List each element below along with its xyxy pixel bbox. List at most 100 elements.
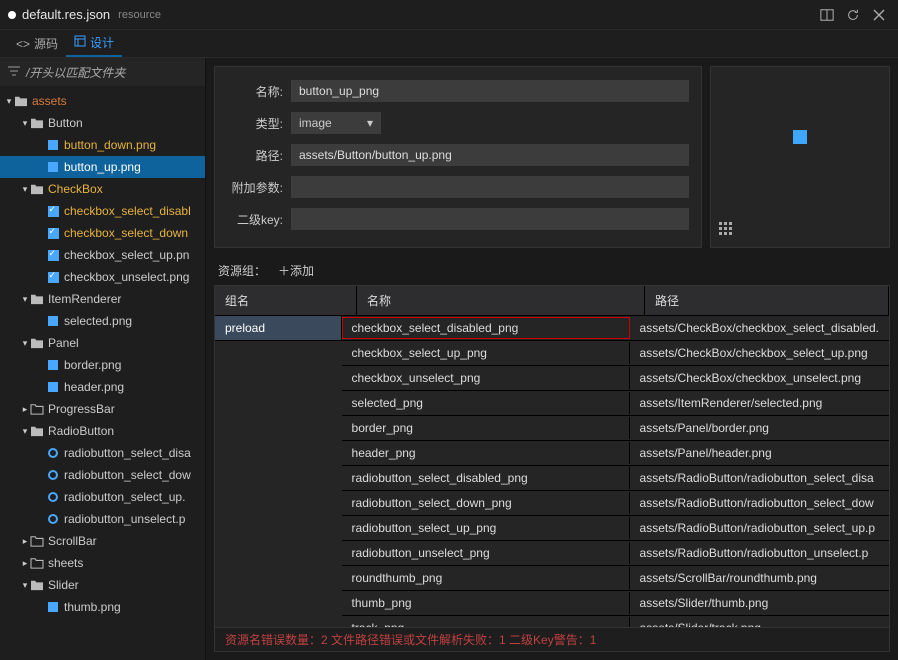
table-row[interactable]: checkbox_unselect_pngassets/CheckBox/che… (342, 366, 889, 391)
tree-item-label: thumb.png (64, 600, 121, 614)
tab-source[interactable]: <> 源码 (8, 31, 66, 56)
cell-name: radiobutton_select_up_png (342, 517, 630, 539)
cell-path: assets/RadioButton/radiobutton_select_di… (630, 467, 889, 489)
refresh-icon[interactable] (842, 4, 864, 26)
tree-item-label: border.png (64, 358, 121, 372)
tree-folder[interactable]: ▾ItemRenderer (0, 288, 205, 310)
code-icon: <> (16, 37, 30, 51)
tree-file[interactable]: thumb.png (0, 596, 205, 618)
tree-file[interactable]: checkbox_select_disabl (0, 200, 205, 222)
tree-file[interactable]: button_down.png (0, 134, 205, 156)
tree-item-label: button_up.png (64, 160, 141, 174)
cell-name: checkbox_select_disabled_png (342, 317, 630, 339)
resource-group-header: 资源组： ＋添加 (214, 256, 890, 285)
th-group[interactable]: 组名 (215, 286, 357, 315)
prop-path-field[interactable] (291, 144, 689, 166)
tree-item-label: ItemRenderer (48, 292, 121, 306)
file-modified-dot (8, 11, 16, 19)
add-group-button[interactable]: ＋添加 (278, 262, 314, 279)
prop-subkey-field[interactable] (291, 208, 689, 230)
table-row[interactable]: checkbox_select_disabled_pngassets/Check… (342, 316, 889, 341)
folder-open-icon (14, 94, 28, 108)
tree-file[interactable]: border.png (0, 354, 205, 376)
prop-subkey-label: 二级key: (227, 211, 283, 228)
tree-item-label: ScrollBar (48, 534, 97, 548)
table-row[interactable]: track_pngassets/Slider/track.png (342, 616, 889, 627)
tree-file[interactable]: button_up.png (0, 156, 205, 178)
image-file-icon (46, 600, 60, 614)
tree-root[interactable]: ▾assets (0, 90, 205, 112)
tree-item-label: Slider (48, 578, 79, 592)
tree-file[interactable]: radiobutton_select_dow (0, 464, 205, 486)
tree-item-label: radiobutton_unselect.p (64, 512, 185, 526)
tree-folder[interactable]: ▾CheckBox (0, 178, 205, 200)
folder-icon (30, 402, 44, 416)
prop-type-dropdown[interactable]: image ▾ (291, 112, 381, 134)
tree-file[interactable]: header.png (0, 376, 205, 398)
file-type: resource (118, 9, 161, 21)
cell-path: assets/RadioButton/radiobutton_select_up… (630, 517, 889, 539)
folder-open-icon (30, 336, 44, 350)
tree-file[interactable]: radiobutton_select_disa (0, 442, 205, 464)
tree-file[interactable]: checkbox_select_up.pn (0, 244, 205, 266)
table-row[interactable]: border_pngassets/Panel/border.png (342, 416, 889, 441)
radio-file-icon (46, 468, 60, 482)
th-name[interactable]: 名称 (357, 286, 645, 315)
grid-icon[interactable] (719, 222, 733, 239)
table-row[interactable]: radiobutton_select_down_pngassets/RadioB… (342, 491, 889, 516)
table-row[interactable]: roundthumb_pngassets/ScrollBar/roundthum… (342, 566, 889, 591)
tree-folder[interactable]: ▸sheets (0, 552, 205, 574)
prop-extra-field[interactable] (291, 176, 689, 198)
close-icon[interactable] (868, 4, 890, 26)
tree-folder[interactable]: ▾Panel (0, 332, 205, 354)
tree-folder[interactable]: ▾Slider (0, 574, 205, 596)
tree-item-label: Button (48, 116, 83, 130)
table-row[interactable]: radiobutton_unselect_pngassets/RadioButt… (342, 541, 889, 566)
cell-name: header_png (342, 442, 630, 464)
prop-name-field[interactable] (291, 80, 689, 102)
prop-name-label: 名称: (227, 83, 283, 100)
table-row[interactable]: radiobutton_select_up_pngassets/RadioBut… (342, 516, 889, 541)
cell-path: assets/Slider/track.png (630, 617, 889, 627)
tree-item-label: checkbox_unselect.png (64, 270, 189, 284)
prop-type-value: image (299, 116, 332, 130)
preview-sample (793, 130, 807, 144)
image-file-icon (46, 160, 60, 174)
tree-folder[interactable]: ▸ProgressBar (0, 398, 205, 420)
file-tree[interactable]: ▾assets▾Button button_down.png button_up.p… (0, 86, 205, 660)
tree-file[interactable]: radiobutton_select_up. (0, 486, 205, 508)
checkbox-file-icon (46, 270, 60, 284)
sidebar: /开头以匹配文件夹 ▾assets▾Button button_down.pngb… (0, 58, 206, 660)
cell-name: selected_png (342, 392, 630, 414)
cell-name: radiobutton_unselect_png (342, 542, 630, 564)
cell-path: assets/CheckBox/checkbox_select_disabled… (630, 317, 889, 339)
th-path[interactable]: 路径 (645, 286, 889, 315)
tab-design[interactable]: 设计 (66, 30, 122, 57)
tree-file[interactable]: checkbox_select_down (0, 222, 205, 244)
cell-path: assets/ScrollBar/roundthumb.png (630, 567, 889, 589)
cell-path: assets/ItemRenderer/selected.png (630, 392, 889, 414)
properties-panel: 名称: 类型: image ▾ 路径: 附加参数: (214, 66, 702, 248)
prop-path-label: 路径: (227, 147, 283, 164)
tree-item-label: Panel (48, 336, 79, 350)
table-row[interactable]: checkbox_select_up_pngassets/CheckBox/ch… (342, 341, 889, 366)
tree-file[interactable]: radiobutton_unselect.p (0, 508, 205, 530)
tree-folder[interactable]: ▾RadioButton (0, 420, 205, 442)
filter-bar[interactable]: /开头以匹配文件夹 (0, 58, 205, 86)
tree-file[interactable]: checkbox_unselect.png (0, 266, 205, 288)
group-cell[interactable]: preload (215, 316, 342, 341)
folder-open-icon (30, 578, 44, 592)
split-editor-icon[interactable] (816, 4, 838, 26)
tree-folder[interactable]: ▾Button (0, 112, 205, 134)
tree-folder[interactable]: ▸ScrollBar (0, 530, 205, 552)
tree-item-label: button_down.png (64, 138, 156, 152)
table-row[interactable]: selected_pngassets/ItemRenderer/selected… (342, 391, 889, 416)
cell-name: radiobutton_select_down_png (342, 492, 630, 514)
table-row[interactable]: radiobutton_select_disabled_pngassets/Ra… (342, 466, 889, 491)
table-row[interactable]: header_pngassets/Panel/header.png (342, 441, 889, 466)
view-tabs: <> 源码 设计 (0, 30, 898, 58)
tree-file[interactable]: selected.png (0, 310, 205, 332)
cell-name: checkbox_select_up_png (342, 342, 630, 364)
table-row[interactable]: thumb_pngassets/Slider/thumb.png (342, 591, 889, 616)
tab-source-label: 源码 (34, 35, 58, 52)
